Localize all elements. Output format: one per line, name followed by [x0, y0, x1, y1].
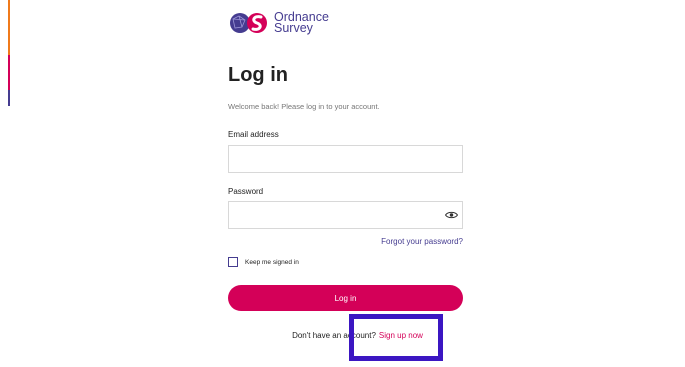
password-label: Password [228, 187, 264, 196]
keep-signed-in-row[interactable]: Keep me signed in [228, 257, 299, 267]
signup-link[interactable]: Sign up now [379, 331, 423, 340]
login-button[interactable]: Log in [228, 285, 463, 311]
page-title: Log in [228, 64, 288, 86]
accent-bar-magenta [8, 55, 10, 90]
forgot-password-link[interactable]: Forgot your password? [381, 237, 463, 246]
page-subtitle: Welcome back! Please log in to your acco… [228, 102, 380, 111]
password-field[interactable] [228, 201, 463, 229]
logo-text: Ordnance Survey [274, 11, 329, 35]
logo-text-line2: Survey [274, 21, 313, 35]
signup-row: Don't have an account? Sign up now [0, 331, 685, 340]
email-field[interactable] [228, 145, 463, 173]
email-label: Email address [228, 130, 279, 139]
ordnance-survey-logo: Ordnance Survey [229, 11, 329, 35]
signup-prompt: Don't have an account? [292, 331, 376, 340]
eye-icon[interactable] [445, 209, 458, 221]
keep-signed-in-checkbox[interactable] [228, 257, 238, 267]
keep-signed-in-label[interactable]: Keep me signed in [245, 259, 299, 266]
os-logo-icon [230, 13, 267, 33]
accent-bar-purple [8, 90, 10, 106]
accent-bar-orange [8, 0, 10, 55]
